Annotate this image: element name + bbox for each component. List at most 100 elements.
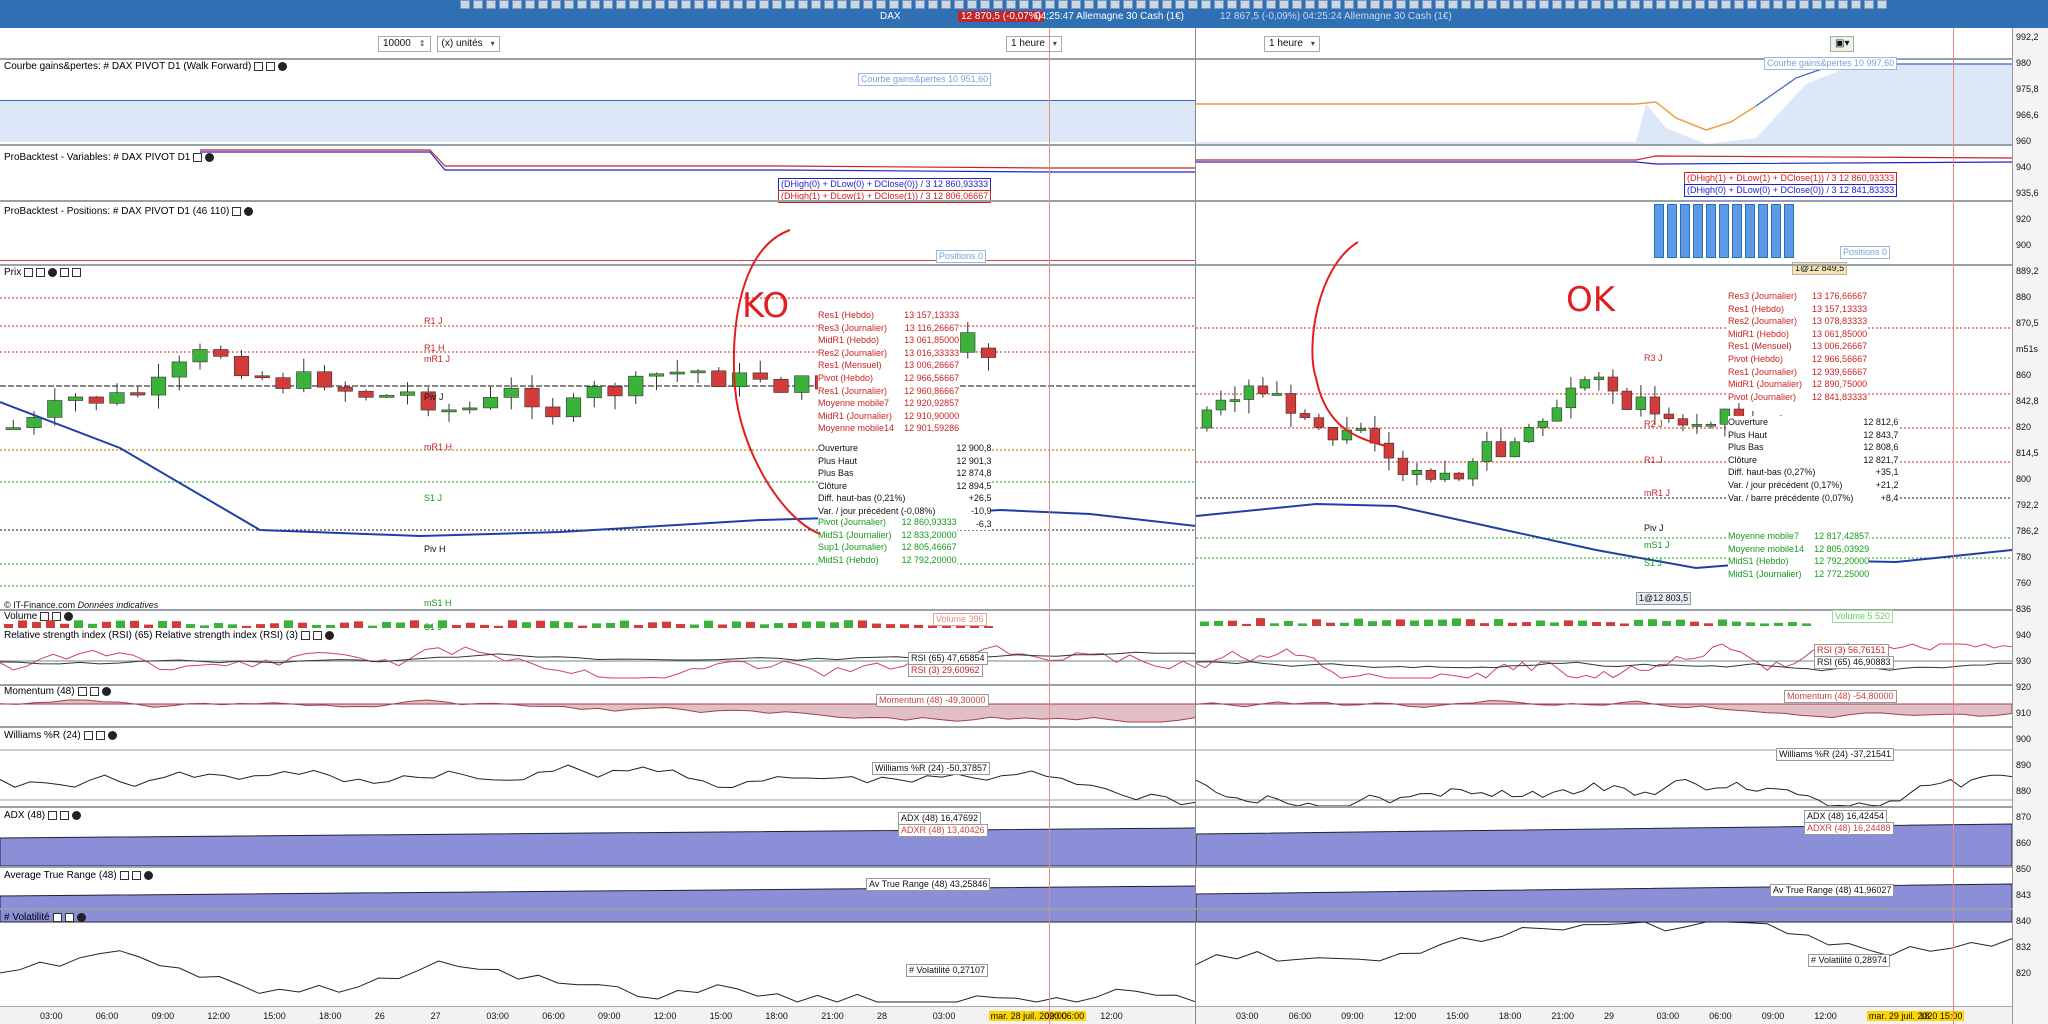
toolbar-button-icon[interactable] <box>798 0 808 9</box>
toolbar-button-icon[interactable] <box>1370 0 1380 9</box>
toolbar-button-icon[interactable] <box>1500 0 1510 9</box>
toolbar-button-icon[interactable] <box>1162 0 1172 9</box>
toolbar-button-icon[interactable] <box>1591 0 1601 9</box>
toolbar-button-icon[interactable] <box>1435 0 1445 9</box>
toolbar-button-icon[interactable] <box>746 0 756 9</box>
toolbar-button-icon[interactable] <box>1331 0 1341 9</box>
toolbar-button-icon[interactable] <box>1409 0 1419 9</box>
toolbar-button-icon[interactable] <box>551 0 561 9</box>
toolbar-button-icon[interactable] <box>668 0 678 9</box>
toolbar-button-icon[interactable] <box>1552 0 1562 9</box>
timeframe-select[interactable]: 1 heure ▾ <box>1006 36 1062 52</box>
toolbar-button-icon[interactable] <box>1318 0 1328 9</box>
toolbar-button-icon[interactable] <box>1630 0 1640 9</box>
toolbar-button-icon[interactable] <box>1032 0 1042 9</box>
toolbar-button-icon[interactable] <box>1305 0 1315 9</box>
toolbar-button-icon[interactable] <box>1266 0 1276 9</box>
toolbar-button-icon[interactable] <box>1396 0 1406 9</box>
toolbar-button-icon[interactable] <box>811 0 821 9</box>
toolbar-button-icon[interactable] <box>733 0 743 9</box>
toolbar-button-icon[interactable] <box>1838 0 1848 9</box>
toolbar-button-icon[interactable] <box>1773 0 1783 9</box>
toolbar-button-icon[interactable] <box>1136 0 1146 9</box>
toolbar-button-icon[interactable] <box>1045 0 1055 9</box>
toolbar-button-icon[interactable] <box>1279 0 1289 9</box>
positions-panel-title[interactable]: ProBacktest - Positions: # DAX PIVOT D1 … <box>4 206 254 217</box>
toolbar-button-icon[interactable] <box>1188 0 1198 9</box>
toolbar-button-icon[interactable] <box>1175 0 1185 9</box>
toolbar-button-icon[interactable] <box>1786 0 1796 9</box>
toolbar-button-icon[interactable] <box>785 0 795 9</box>
toolbar-button-icon[interactable] <box>1383 0 1393 9</box>
toolbar-button-icon[interactable] <box>850 0 860 9</box>
toolbar-button-icon[interactable] <box>1864 0 1874 9</box>
toolbar-button-icon[interactable] <box>707 0 717 9</box>
toolbar-button-icon[interactable] <box>486 0 496 9</box>
toolbar-button-icon[interactable] <box>1110 0 1120 9</box>
toolbar-button-icon[interactable] <box>1721 0 1731 9</box>
toolbar-button-icon[interactable] <box>1578 0 1588 9</box>
toolbar-button-icon[interactable] <box>1487 0 1497 9</box>
toolbar-button-icon[interactable] <box>499 0 509 9</box>
toolbar-button-icon[interactable] <box>590 0 600 9</box>
toolbar-button-icon[interactable] <box>993 0 1003 9</box>
toolbar-button-icon[interactable] <box>1799 0 1809 9</box>
toolbar-button-icon[interactable] <box>1474 0 1484 9</box>
toolbar-button-icon[interactable] <box>902 0 912 9</box>
toolbar-icons[interactable] <box>460 0 2000 10</box>
toolbar-button-icon[interactable] <box>1201 0 1211 9</box>
toolbar-button-icon[interactable] <box>863 0 873 9</box>
toolbar-button-icon[interactable] <box>1825 0 1835 9</box>
toolbar-button-icon[interactable] <box>1357 0 1367 9</box>
toolbar-button-icon[interactable] <box>1734 0 1744 9</box>
toolbar-button-icon[interactable] <box>1513 0 1523 9</box>
toolbar-button-icon[interactable] <box>616 0 626 9</box>
toolbar-button-icon[interactable] <box>980 0 990 9</box>
toolbar-button-icon[interactable] <box>577 0 587 9</box>
toolbar-button-icon[interactable] <box>1526 0 1536 9</box>
toolbar-button-icon[interactable] <box>1539 0 1549 9</box>
timeframe-select[interactable]: 1 heure ▾ <box>1264 36 1320 52</box>
toolbar-button-icon[interactable] <box>1617 0 1627 9</box>
toolbar-button-icon[interactable] <box>603 0 613 9</box>
toolbar-button-icon[interactable] <box>824 0 834 9</box>
toolbar-button-icon[interactable] <box>1643 0 1653 9</box>
toolbar-button-icon[interactable] <box>525 0 535 9</box>
toolbar-button-icon[interactable] <box>772 0 782 9</box>
toolbar-button-icon[interactable] <box>1149 0 1159 9</box>
toolbar-button-icon[interactable] <box>1006 0 1016 9</box>
toolbar-button-icon[interactable] <box>473 0 483 9</box>
toolbar-button-icon[interactable] <box>967 0 977 9</box>
toolbar-button-icon[interactable] <box>889 0 899 9</box>
toolbar-button-icon[interactable] <box>1240 0 1250 9</box>
toolbar-button-icon[interactable] <box>1682 0 1692 9</box>
toolbar-button-icon[interactable] <box>538 0 548 9</box>
toolbar-button-icon[interactable] <box>1669 0 1679 9</box>
toolbar-button-icon[interactable] <box>915 0 925 9</box>
toolbar-button-icon[interactable] <box>1097 0 1107 9</box>
toolbar-button-icon[interactable] <box>1292 0 1302 9</box>
toolbar-button-icon[interactable] <box>1877 0 1887 9</box>
toolbar-button-icon[interactable] <box>642 0 652 9</box>
toolbar-button-icon[interactable] <box>928 0 938 9</box>
toolbar-button-icon[interactable] <box>1565 0 1575 9</box>
toolbar-button-icon[interactable] <box>1851 0 1861 9</box>
toolbar-button-icon[interactable] <box>1344 0 1354 9</box>
toolbar-button-icon[interactable] <box>512 0 522 9</box>
toolbar-button-icon[interactable] <box>681 0 691 9</box>
toolbar-button-icon[interactable] <box>954 0 964 9</box>
toolbar-button-icon[interactable] <box>876 0 886 9</box>
broker-badge[interactable]: ▣▾ <box>1830 36 1855 52</box>
toolbar-button-icon[interactable] <box>1448 0 1458 9</box>
quantity-input[interactable]: 10000 ⇕ <box>378 36 431 52</box>
toolbar-button-icon[interactable] <box>655 0 665 9</box>
units-select[interactable]: (x) unités ▾ <box>436 36 500 52</box>
toolbar-button-icon[interactable] <box>1604 0 1614 9</box>
toolbar-button-icon[interactable] <box>837 0 847 9</box>
toolbar-button-icon[interactable] <box>759 0 769 9</box>
toolbar-button-icon[interactable] <box>1422 0 1432 9</box>
toolbar-button-icon[interactable] <box>1695 0 1705 9</box>
toolbar-button-icon[interactable] <box>1071 0 1081 9</box>
toolbar-button-icon[interactable] <box>1253 0 1263 9</box>
toolbar-button-icon[interactable] <box>1019 0 1029 9</box>
